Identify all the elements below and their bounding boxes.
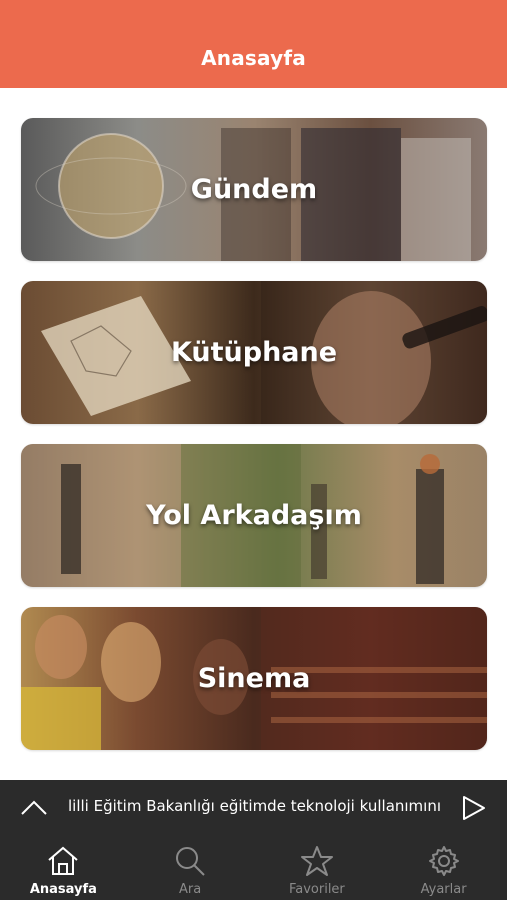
tab-label: Anasayfa bbox=[29, 882, 97, 897]
ticker-text[interactable]: lilli Eğitim Bakanlığı eğitimde teknoloj… bbox=[68, 797, 442, 819]
chevron-up-icon[interactable] bbox=[18, 794, 50, 822]
card-label: Kütüphane bbox=[170, 337, 338, 368]
tab-ara[interactable]: Ara bbox=[127, 835, 254, 900]
play-icon[interactable] bbox=[458, 793, 488, 823]
home-icon bbox=[48, 846, 79, 875]
tab-ayarlar[interactable]: Ayarlar bbox=[380, 835, 507, 900]
tab-label: Favoriler bbox=[288, 882, 345, 897]
card-sinema[interactable]: Sinema bbox=[21, 607, 487, 750]
news-ticker[interactable]: lilli Eğitim Bakanlığı eğitimde teknoloj… bbox=[0, 780, 507, 835]
card-label: Gündem bbox=[190, 174, 318, 205]
card-gundem[interactable]: Gündem bbox=[21, 118, 487, 261]
tab-anasayfa[interactable]: Anasayfa bbox=[0, 835, 127, 900]
card-label: Yol Arkadaşım bbox=[146, 500, 362, 531]
tab-label: Ara bbox=[179, 882, 202, 897]
home-content: Gündem Kütüphane Yol Arkadaşım Sinema bbox=[0, 88, 507, 780]
gear-icon bbox=[428, 846, 459, 876]
tab-bar: Anasayfa Ara Favoriler Ayarlar bbox=[0, 835, 507, 900]
star-icon bbox=[300, 846, 333, 876]
tab-favoriler[interactable]: Favoriler bbox=[254, 835, 381, 900]
tab-label: Ayarlar bbox=[420, 882, 467, 897]
card-kutuphane[interactable]: Kütüphane bbox=[21, 281, 487, 424]
app-header: Anasayfa bbox=[0, 0, 507, 88]
card-label: Sinema bbox=[197, 663, 311, 694]
search-icon bbox=[176, 847, 205, 876]
card-yol-arkadasim[interactable]: Yol Arkadaşım bbox=[21, 444, 487, 587]
page-title: Anasayfa bbox=[201, 46, 306, 70]
